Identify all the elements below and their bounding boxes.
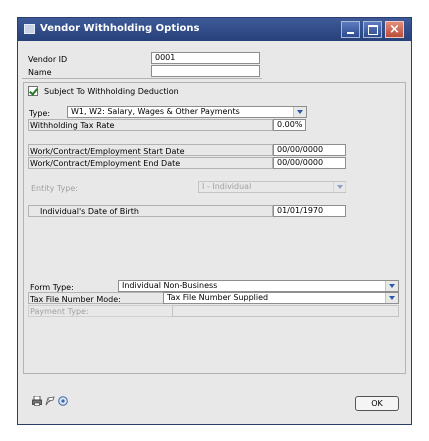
rate-label: Withholding Tax Rate (30, 121, 115, 130)
printer-icon[interactable] (32, 395, 42, 406)
maximize-button[interactable] (363, 21, 382, 38)
name-label: Name (28, 68, 52, 77)
note-icon[interactable] (45, 396, 56, 406)
ok-button[interactable]: OK (355, 396, 399, 411)
payment-type-label: Payment Type: (30, 307, 89, 316)
form-type-label: Form Type: (30, 283, 74, 292)
tax-file-mode-dropdown-arrow[interactable] (385, 293, 398, 303)
form-type-select[interactable]: Individual Non-Business (118, 280, 399, 292)
start-date-label: Work/Contract/Employment Start Date (30, 147, 185, 156)
end-date-label: Work/Contract/Employment End Date (30, 159, 181, 168)
close-button[interactable]: × (385, 21, 404, 38)
subject-to-withholding-label: Subject To Withholding Deduction (44, 87, 179, 96)
start-date-field[interactable]: 00/00/0000 (273, 144, 346, 156)
title-bar: Vendor Withholding Options × (18, 18, 411, 41)
minimize-button[interactable] (341, 21, 360, 38)
tax-file-mode-label: Tax File Number Mode: (30, 295, 121, 304)
rate-field[interactable]: 0.00% (273, 119, 306, 131)
payment-type-field[interactable] (172, 305, 399, 317)
divider (22, 78, 262, 79)
entity-type-label: Entity Type: (31, 184, 78, 193)
subject-to-withholding-checkbox[interactable] (28, 86, 38, 96)
vendor-id-field[interactable]: 0001 (151, 52, 260, 64)
type-select[interactable]: W1, W2: Salary, Wages & Other Payments (67, 106, 307, 118)
vendor-withholding-window: Vendor Withholding Options × Vendor ID 0… (17, 17, 412, 425)
tax-file-mode-select[interactable]: Tax File Number Supplied (163, 292, 399, 304)
end-date-field[interactable]: 00/00/0000 (273, 157, 346, 169)
type-label: Type: (29, 109, 51, 118)
window-icon (24, 24, 35, 34)
form-type-dropdown-arrow[interactable] (385, 281, 398, 291)
help-icon[interactable] (58, 396, 68, 406)
close-icon: × (389, 22, 400, 37)
name-field[interactable] (151, 65, 260, 77)
entity-type-dropdown-arrow[interactable] (333, 182, 346, 192)
birth-date-label: Individual's Date of Birth (40, 207, 139, 216)
birth-date-field[interactable]: 01/01/1970 (273, 205, 346, 217)
vendor-id-label: Vendor ID (28, 55, 68, 64)
type-dropdown-arrow[interactable] (293, 107, 306, 117)
entity-type-select[interactable]: I - Individual (198, 181, 346, 193)
window-title: Vendor Withholding Options (40, 23, 200, 34)
